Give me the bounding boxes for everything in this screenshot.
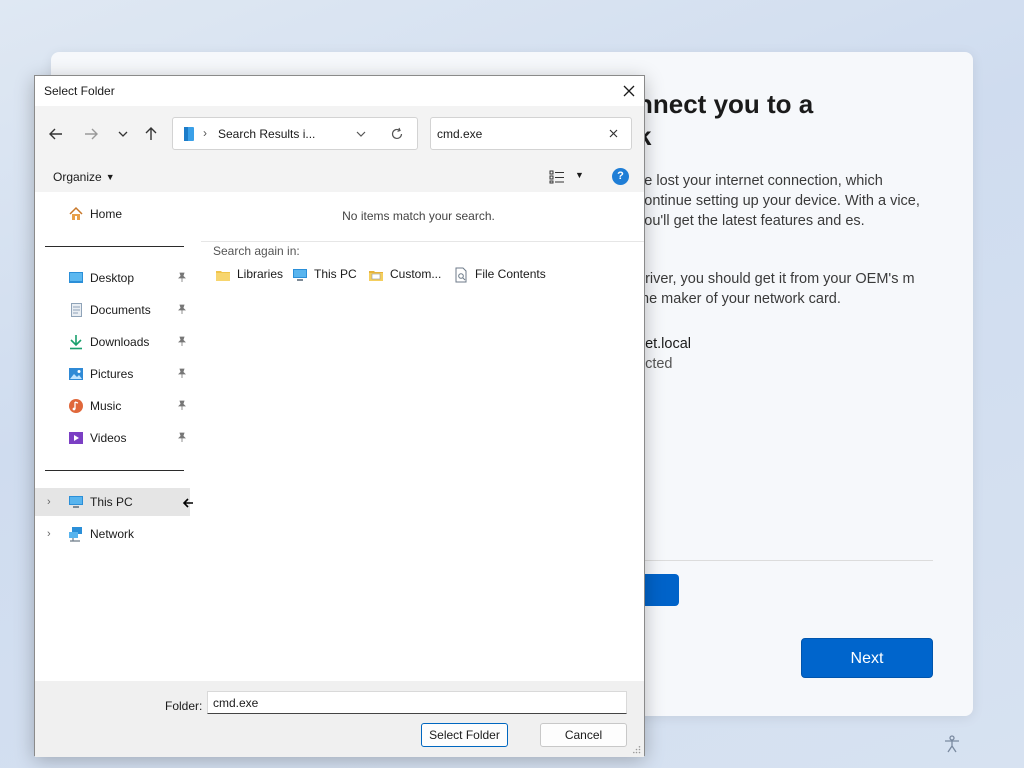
pin-icon xyxy=(178,336,186,346)
forward-button[interactable] xyxy=(80,123,102,145)
search-again-label-libraries: Libraries xyxy=(237,267,284,281)
setup-title: nnect you to a k xyxy=(637,89,814,151)
view-menu-caret-icon[interactable]: ▼ xyxy=(575,170,584,180)
breadcrumb-separator: › xyxy=(203,126,207,140)
nav-divider xyxy=(45,246,184,247)
close-button[interactable] xyxy=(614,76,644,106)
view-options-icon[interactable] xyxy=(549,169,565,185)
search-box[interactable]: cmd.exe xyxy=(430,117,632,150)
file-contents-icon xyxy=(455,267,467,283)
nav-item-label: Home xyxy=(90,207,123,221)
pictures-icon xyxy=(69,368,83,380)
up-button[interactable] xyxy=(140,123,162,145)
organize-menu[interactable]: Organize ▼ xyxy=(53,170,115,184)
nav-item-documents[interactable]: Documents xyxy=(35,296,190,324)
refresh-icon[interactable] xyxy=(390,127,404,141)
select-folder-button[interactable]: Select Folder xyxy=(421,723,508,747)
help-button[interactable]: ? xyxy=(612,168,629,185)
search-again-label-file-contents: File Contents xyxy=(475,267,546,281)
chevron-down-icon xyxy=(118,131,128,137)
resize-grip-icon[interactable] xyxy=(633,746,641,754)
nav-item-label: Pictures xyxy=(90,367,134,381)
nav-item-network[interactable]: › Network xyxy=(35,520,190,548)
music-icon xyxy=(69,399,83,413)
setup-description: ve lost your internet connection, which … xyxy=(637,173,920,229)
search-again-label-this-pc: This PC xyxy=(314,267,357,281)
dialog-titlebar[interactable]: Select Folder xyxy=(35,76,644,106)
this-pc-icon xyxy=(293,269,307,281)
search-again-label: Search again in: xyxy=(213,244,300,258)
file-list[interactable]: No items match your search. Search again… xyxy=(193,192,644,681)
nav-item-label: This PC xyxy=(90,495,133,509)
nav-item-label: Documents xyxy=(90,303,151,317)
nav-item-pictures[interactable]: Pictures xyxy=(35,360,190,388)
nav-item-label: Network xyxy=(90,527,135,541)
nav-item-label: Desktop xyxy=(90,271,135,285)
setup-divider xyxy=(611,560,933,561)
accessibility-icon[interactable] xyxy=(942,734,962,754)
arrow-left-icon xyxy=(49,128,62,140)
folder-input-value[interactable]: cmd.exe xyxy=(213,696,258,710)
desktop-icon xyxy=(69,272,83,283)
recent-locations-button[interactable] xyxy=(112,123,134,145)
custom-folder-icon xyxy=(369,271,383,281)
nav-item-label: Downloads xyxy=(90,335,150,349)
chevron-right-icon[interactable]: › xyxy=(47,496,51,508)
dialog-footer: Folder: cmd.exe Select Folder Cancel xyxy=(35,681,644,757)
nav-item-desktop[interactable]: Desktop xyxy=(35,264,190,292)
back-button[interactable] xyxy=(45,123,67,145)
pin-icon xyxy=(178,304,186,314)
pin-icon xyxy=(178,432,186,442)
content-divider xyxy=(201,241,644,242)
home-icon xyxy=(69,206,83,220)
next-button[interactable]: Next xyxy=(801,638,933,678)
nav-item-label: Music xyxy=(90,399,122,413)
nav-item-videos[interactable]: Videos xyxy=(35,424,190,452)
videos-icon xyxy=(69,432,83,444)
folder-label: Folder: xyxy=(165,699,203,713)
search-input[interactable]: cmd.exe xyxy=(437,127,482,141)
chevron-down-icon[interactable] xyxy=(355,128,367,140)
close-icon xyxy=(623,85,635,97)
nav-item-this-pc[interactable]: › This PC xyxy=(35,488,190,516)
documents-icon xyxy=(71,303,82,317)
nav-item-label: Videos xyxy=(90,431,127,445)
search-results-icon xyxy=(184,127,194,141)
address-bar[interactable]: › Search Results i... xyxy=(172,117,418,150)
nav-item-music[interactable]: Music xyxy=(35,392,190,420)
empty-message: No items match your search. xyxy=(342,209,495,223)
breadcrumb[interactable]: Search Results i... xyxy=(218,127,315,141)
setup-driver-note: driver, you should get it from your OEM'… xyxy=(637,271,915,307)
network-icon xyxy=(69,527,82,542)
libraries-icon xyxy=(216,271,230,281)
downloads-icon xyxy=(70,335,82,350)
arrow-up-icon xyxy=(145,127,157,140)
chevron-right-icon[interactable]: › xyxy=(47,528,51,540)
pin-icon xyxy=(178,272,186,282)
nav-item-home[interactable]: Home xyxy=(35,200,190,228)
navigation-pane: Home Desktop Documents Downloads Picture… xyxy=(35,192,208,681)
clear-search-icon[interactable] xyxy=(608,128,619,139)
command-bar: Organize ▼ ▼ ? xyxy=(35,162,644,192)
navigation-bar: › Search Results i... cmd.exe xyxy=(35,106,644,162)
cancel-button[interactable]: Cancel xyxy=(540,723,627,747)
network-name[interactable]: net.local xyxy=(637,336,691,352)
search-again-label-custom: Custom... xyxy=(390,267,442,281)
pin-icon xyxy=(178,368,186,378)
nav-divider xyxy=(45,470,184,471)
organize-label: Organize xyxy=(53,170,102,184)
pin-icon xyxy=(178,400,186,410)
nav-item-downloads[interactable]: Downloads xyxy=(35,328,190,356)
folder-field[interactable]: cmd.exe xyxy=(207,691,627,714)
select-folder-dialog: Select Folder › Search Results i... cmd.… xyxy=(34,75,645,757)
this-pc-icon xyxy=(69,496,83,508)
dialog-title: Select Folder xyxy=(44,84,115,98)
caret-down-icon: ▼ xyxy=(105,172,115,182)
arrow-right-icon xyxy=(85,128,98,140)
